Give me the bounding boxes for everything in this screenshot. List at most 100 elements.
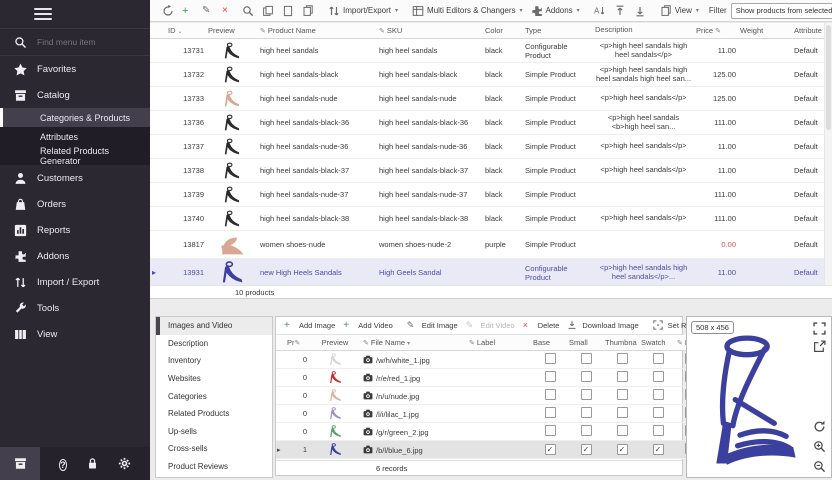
zoom-out-button[interactable] [813, 460, 826, 473]
base-checkbox[interactable] [545, 407, 556, 418]
list-item[interactable]: ▸ 0 /l/i/lilac_1.jpg [276, 405, 704, 423]
tab-websites[interactable]: Websites [156, 370, 272, 388]
column-header-thumbnail[interactable]: Thumbna [604, 335, 640, 351]
column-header-base[interactable]: Base [532, 335, 568, 351]
multi-editors-button[interactable]: Multi Editors & Changers▾ [408, 2, 527, 20]
list-item[interactable]: ▸ 0 /w/h/white_1.jpg [276, 351, 704, 369]
table-row[interactable]: ▸ 13739 high heel sandals-nude-37 high h… [150, 183, 832, 207]
thumbnail-checkbox[interactable] [617, 425, 628, 436]
base-checkbox[interactable] [545, 425, 556, 436]
add-video-button[interactable]: +Add Video [339, 320, 396, 332]
small-checkbox[interactable] [581, 371, 592, 382]
tab-up-sells[interactable]: Up-sells [156, 423, 272, 441]
tab-images-and-video[interactable]: Images and Video [156, 317, 272, 335]
swatch-checkbox[interactable] [653, 389, 664, 400]
table-row[interactable]: ▸ 13817 women shoes-nude women shoes-nud… [150, 231, 832, 259]
column-header-price[interactable]: Price✎ [694, 23, 738, 39]
move-up-button[interactable] [610, 2, 630, 20]
edit-video-button[interactable]: ✎Edit Video [462, 320, 519, 332]
download-image-button[interactable]: Download Image [563, 320, 642, 332]
sidebar-search[interactable] [0, 29, 150, 56]
table-row[interactable]: ▸ 13733 high heel sandals-nude high heel… [150, 87, 832, 111]
import-export-button[interactable]: Import/Export▾ [324, 2, 402, 20]
swatch-checkbox[interactable] [653, 371, 664, 382]
sidebar-item-catalog[interactable]: Catalog [0, 82, 150, 108]
list-item[interactable]: ▸ 0 /n/u/nude.jpg [276, 387, 704, 405]
delete-image-button[interactable]: ×Delete [519, 320, 564, 332]
thumbnail-checkbox[interactable] [617, 407, 628, 418]
list-item[interactable]: ▸ 0 /g/r/green_2.jpg [276, 423, 704, 441]
thumbnail-checkbox[interactable] [617, 353, 628, 364]
list-item[interactable]: ▸ 0 /r/e/red_1.jpg [276, 369, 704, 387]
sidebar-item-import-export[interactable]: Import / Export [0, 269, 150, 295]
thumbnail-checkbox[interactable] [617, 444, 628, 455]
sidebar-item-addons[interactable]: Addons [0, 243, 150, 269]
base-checkbox[interactable] [545, 389, 556, 400]
swatch-checkbox[interactable] [653, 444, 664, 455]
view-button[interactable]: View▾ [656, 2, 703, 20]
column-header-label[interactable]: ✎Label [468, 335, 532, 351]
small-checkbox[interactable] [581, 425, 592, 436]
settings-button[interactable] [118, 457, 131, 470]
hamburger-menu-icon[interactable] [34, 5, 52, 23]
refresh-button[interactable] [158, 2, 178, 20]
products-scrollbar[interactable] [824, 23, 832, 285]
column-header-id[interactable]: ID⌄ [166, 23, 206, 39]
search-products-button[interactable] [238, 2, 258, 20]
list-item[interactable]: ▸ 1 /b/l/blue_6.jpg [276, 441, 704, 459]
small-checkbox[interactable] [581, 444, 592, 455]
small-checkbox[interactable] [581, 389, 592, 400]
new-document-button[interactable] [278, 2, 298, 20]
table-row[interactable]: ▸ 13738 high heel sandals-black-37 high … [150, 159, 832, 183]
open-external-button[interactable] [813, 340, 826, 353]
copy-button[interactable] [258, 2, 278, 20]
move-down-button[interactable] [630, 2, 650, 20]
addons-button[interactable]: Addons▾ [527, 2, 584, 20]
column-header-description[interactable]: Description [593, 23, 694, 39]
zoom-in-button[interactable] [813, 440, 826, 453]
swatch-checkbox[interactable] [653, 407, 664, 418]
column-header-small[interactable]: Small [568, 335, 604, 351]
sidebar-item-view[interactable]: View [0, 321, 150, 347]
tab-description[interactable]: Description [156, 335, 272, 353]
table-row[interactable]: ▸ 13731 high heel sandals high heel sand… [150, 39, 832, 63]
sidebar-item-favorites[interactable]: Favorites [0, 56, 150, 82]
base-checkbox[interactable] [545, 371, 556, 382]
base-checkbox[interactable] [545, 444, 556, 455]
table-row[interactable]: ▸ 13732 high heel sandals-black high hee… [150, 63, 832, 87]
add-image-button[interactable]: +Add Image [280, 320, 339, 332]
thumbnail-checkbox[interactable] [617, 389, 628, 400]
swatch-checkbox[interactable] [653, 353, 664, 364]
table-row[interactable]: ▸ 13736 high heel sandals-black-36 high … [150, 111, 832, 135]
thumbnail-checkbox[interactable] [617, 371, 628, 382]
column-header-name[interactable]: ✎Product Name [258, 23, 377, 39]
sidebar-item-reports[interactable]: Reports [0, 217, 150, 243]
sidebar-item-categories-products[interactable]: Categories & Products [0, 108, 150, 127]
column-header-type[interactable]: Type [523, 23, 593, 39]
swatch-checkbox[interactable] [653, 425, 664, 436]
tab-cross-sells[interactable]: Cross-sells [156, 440, 272, 458]
edit-image-button[interactable]: ✎Edit Image [403, 320, 462, 332]
menu-search-input[interactable] [35, 36, 139, 48]
column-header-pr[interactable]: Pr✎ [286, 335, 308, 351]
add-product-button[interactable]: + [178, 2, 198, 20]
column-header-color[interactable]: Color [483, 23, 523, 39]
edit-product-button[interactable]: ✎ [198, 2, 218, 20]
column-header-preview[interactable]: Preview [308, 335, 362, 351]
delete-product-button[interactable]: × [218, 2, 238, 20]
help-button[interactable]: ? [59, 455, 67, 473]
sidebar-item-related-products-generator[interactable]: Related Products Generator [0, 146, 150, 165]
base-checkbox[interactable] [545, 353, 556, 364]
sidebar-item-orders[interactable]: Orders [0, 191, 150, 217]
column-header-swatch[interactable]: Swatch [640, 335, 676, 351]
table-row[interactable]: ▸ 13931 new High Heels Sandals High Geel… [150, 259, 832, 287]
table-row[interactable]: ▸ 13737 high heel sandals-nude-36 high h… [150, 135, 832, 159]
lock-button[interactable] [86, 457, 99, 470]
small-checkbox[interactable] [581, 353, 592, 364]
table-row[interactable]: ▸ 13740 high heel sandals-black-38 high … [150, 207, 832, 231]
small-checkbox[interactable] [581, 407, 592, 418]
tab-related-products[interactable]: Related Products [156, 405, 272, 423]
catalog-mode-button[interactable] [0, 447, 40, 480]
rotate-button[interactable] [813, 420, 826, 433]
tab-inventory[interactable]: Inventory [156, 352, 272, 370]
